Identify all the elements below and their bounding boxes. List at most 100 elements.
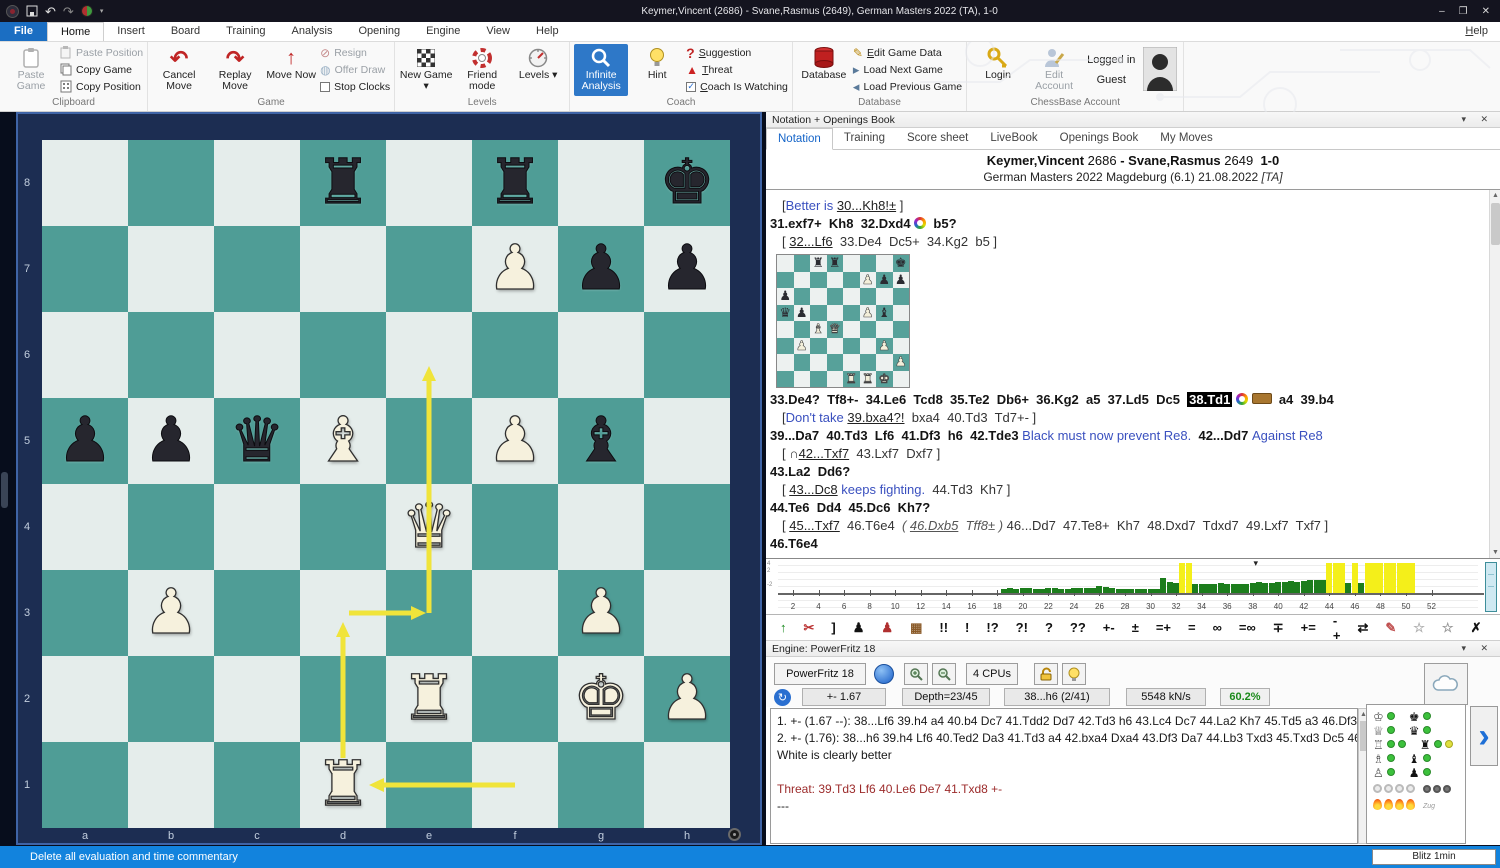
notation-segment[interactable]: a4 39.b4 (1272, 392, 1334, 407)
notation-segment[interactable]: Tff8± ) (958, 518, 1003, 533)
notation-segment[interactable]: 46.T6e4 (770, 536, 818, 551)
board-square[interactable] (893, 338, 910, 355)
stop-clocks-checkbox[interactable] (320, 82, 330, 92)
eval-bar[interactable] (1192, 584, 1198, 594)
close-button[interactable]: ✕ (1482, 6, 1490, 17)
annotation-symbol[interactable]: +- (1103, 620, 1115, 635)
annotation-symbol[interactable]: ✗ (1471, 620, 1482, 636)
board-square[interactable] (810, 354, 827, 371)
chess-piece-bQ-a5[interactable]: ♛ (777, 305, 794, 322)
eval-bar[interactable] (1020, 588, 1026, 594)
chess-piece-wP-g3[interactable]: ♟ (876, 338, 893, 355)
board-square[interactable] (876, 354, 893, 371)
eval-bar[interactable] (1365, 563, 1371, 593)
annotation-symbol[interactable]: ▦ (910, 620, 922, 636)
notation-segment[interactable]: 46.Dxb5 (910, 518, 958, 533)
chess-board[interactable]: ♜♜♚♟♟♟♟♟♛♝♟♝♛♟♟♜♚♟♜ (42, 140, 730, 828)
chess-piece-bR-c8[interactable]: ♜ (810, 255, 827, 272)
notation-segment[interactable]: ] (896, 198, 903, 213)
board-square[interactable] (876, 255, 893, 272)
notation-main-line[interactable]: 31.exf7+ Kh8 32.Dxd4 b5? (770, 215, 1490, 233)
board-square[interactable] (843, 255, 860, 272)
ribbon-suggestion[interactable]: ?Suggestion (686, 44, 788, 61)
board-square[interactable] (794, 354, 811, 371)
chess-piece-bR-d8[interactable]: ♜ (827, 255, 844, 272)
notation-main-line[interactable]: 43.La2 Dd6? (770, 463, 1490, 481)
evaluation-chart[interactable]: 42-2 24681012141618202224262830323436384… (766, 558, 1500, 615)
tab-livebook[interactable]: LiveBook (979, 128, 1048, 149)
eval-bar[interactable] (1167, 582, 1173, 594)
annotation-symbol[interactable]: ? (1045, 620, 1053, 635)
eval-bar[interactable] (1179, 563, 1185, 593)
notation-segment[interactable]: 43...Dc8 (789, 482, 837, 497)
notation-segment[interactable]: keeps fighting. (841, 482, 925, 497)
eval-bar[interactable] (1001, 589, 1007, 594)
eval-bar[interactable] (1345, 583, 1351, 593)
chess-piece-bB-g5[interactable]: ♝ (876, 305, 893, 322)
eval-bar[interactable] (1339, 563, 1345, 593)
menu-tab-help[interactable]: Help (523, 22, 572, 41)
eval-bar[interactable] (1033, 589, 1039, 593)
eval-bar[interactable] (1224, 584, 1230, 594)
annotation-symbol[interactable]: -+ (1333, 613, 1341, 643)
eval-bar[interactable] (1071, 588, 1077, 593)
chess-piece-bK-h8[interactable]: ♚ (893, 255, 910, 272)
board-options-icon[interactable] (728, 828, 741, 841)
ribbon-threat[interactable]: ▲Threat (686, 61, 788, 78)
cpus-button[interactable]: 4 CPUs (966, 663, 1018, 685)
eval-bar[interactable] (1058, 589, 1064, 594)
eval-bar[interactable] (1122, 589, 1128, 593)
tab-notation[interactable]: Notation (766, 128, 833, 150)
board-square[interactable] (827, 354, 844, 371)
notation-segment[interactable]: [ ∩ (782, 446, 799, 461)
notation-segment[interactable]: 44.Td3 Kh7 ] (925, 482, 1010, 497)
eval-bar[interactable] (1262, 583, 1268, 594)
engine-lines[interactable]: 1. +- (1.67 --): 38...Lf6 39.h4 a4 40.b4… (770, 708, 1358, 844)
notation-segment[interactable]: bxa4 40.Td3 Td7+- ] (904, 410, 1036, 425)
chart-scrollbar[interactable] (1485, 562, 1497, 612)
eval-bar[interactable] (1160, 578, 1166, 593)
eval-bar[interactable] (1237, 584, 1243, 594)
annotation-symbol[interactable]: ∞ (1213, 620, 1222, 635)
board-square[interactable] (893, 321, 910, 338)
annotation-symbol[interactable]: = (1188, 620, 1196, 635)
eval-bar[interactable] (1096, 586, 1102, 593)
ribbon-edit-game-data[interactable]: ✎Edit Game Data (853, 44, 962, 61)
engine-icon[interactable] (81, 5, 93, 17)
ribbon-load-previous-game[interactable]: ◂Load Previous Game (853, 78, 962, 95)
eval-bar[interactable] (1084, 588, 1090, 593)
minimize-button[interactable]: – (1439, 6, 1445, 17)
ribbon-copy-position[interactable]: Copy Position (60, 78, 143, 95)
ribbon-move-now[interactable]: ↑Move Now (264, 44, 318, 96)
ribbon-edit-account[interactable]: Edit Account (1027, 44, 1081, 96)
annotation-symbol[interactable]: ♟ (881, 620, 893, 636)
chess-piece-wR-e1[interactable]: ♜ (843, 371, 860, 388)
annotation-symbol[interactable]: =+ (1156, 620, 1171, 635)
notation-segment[interactable]: 31.exf7+ Kh8 32.Dxd4 (770, 216, 914, 231)
ribbon-database[interactable]: Database (797, 44, 851, 96)
eval-bar[interactable] (1243, 584, 1249, 593)
chess-piece-wQ-d4[interactable]: ♛ (827, 321, 844, 338)
undo-icon[interactable]: ↶ (45, 5, 56, 18)
eval-bar[interactable] (1288, 581, 1294, 593)
ribbon-new-game[interactable]: New Game ▾ (399, 44, 453, 96)
ribbon-levels[interactable]: Levels ▾ (511, 44, 565, 96)
board-square[interactable] (860, 338, 877, 355)
chess-piece-bP-g7[interactable]: ♟ (876, 272, 893, 289)
account-avatar[interactable] (1141, 44, 1179, 94)
board-square[interactable] (777, 371, 794, 388)
annotation-symbol[interactable]: ! (965, 620, 969, 635)
menu-tab-file[interactable]: File (0, 22, 47, 41)
ribbon-offer-draw[interactable]: ◍Offer Draw (320, 61, 390, 78)
board-square[interactable] (810, 371, 827, 388)
eval-bar[interactable] (1314, 580, 1320, 594)
eval-bar[interactable] (1320, 580, 1326, 593)
annotation-symbol[interactable]: ?! (1016, 620, 1028, 635)
board-square[interactable] (876, 288, 893, 305)
menu-tab-home[interactable]: Home (47, 22, 104, 41)
notation-segment[interactable]: 33.De4? Tf8+- 34.Le6 Tcd8 35.Te2 Db6+ 36… (770, 392, 1187, 407)
annotation-symbol[interactable]: ⇄ (1357, 620, 1368, 636)
board-square[interactable] (893, 288, 910, 305)
annotation-symbol[interactable]: ] (831, 620, 835, 635)
board-square[interactable] (777, 272, 794, 289)
